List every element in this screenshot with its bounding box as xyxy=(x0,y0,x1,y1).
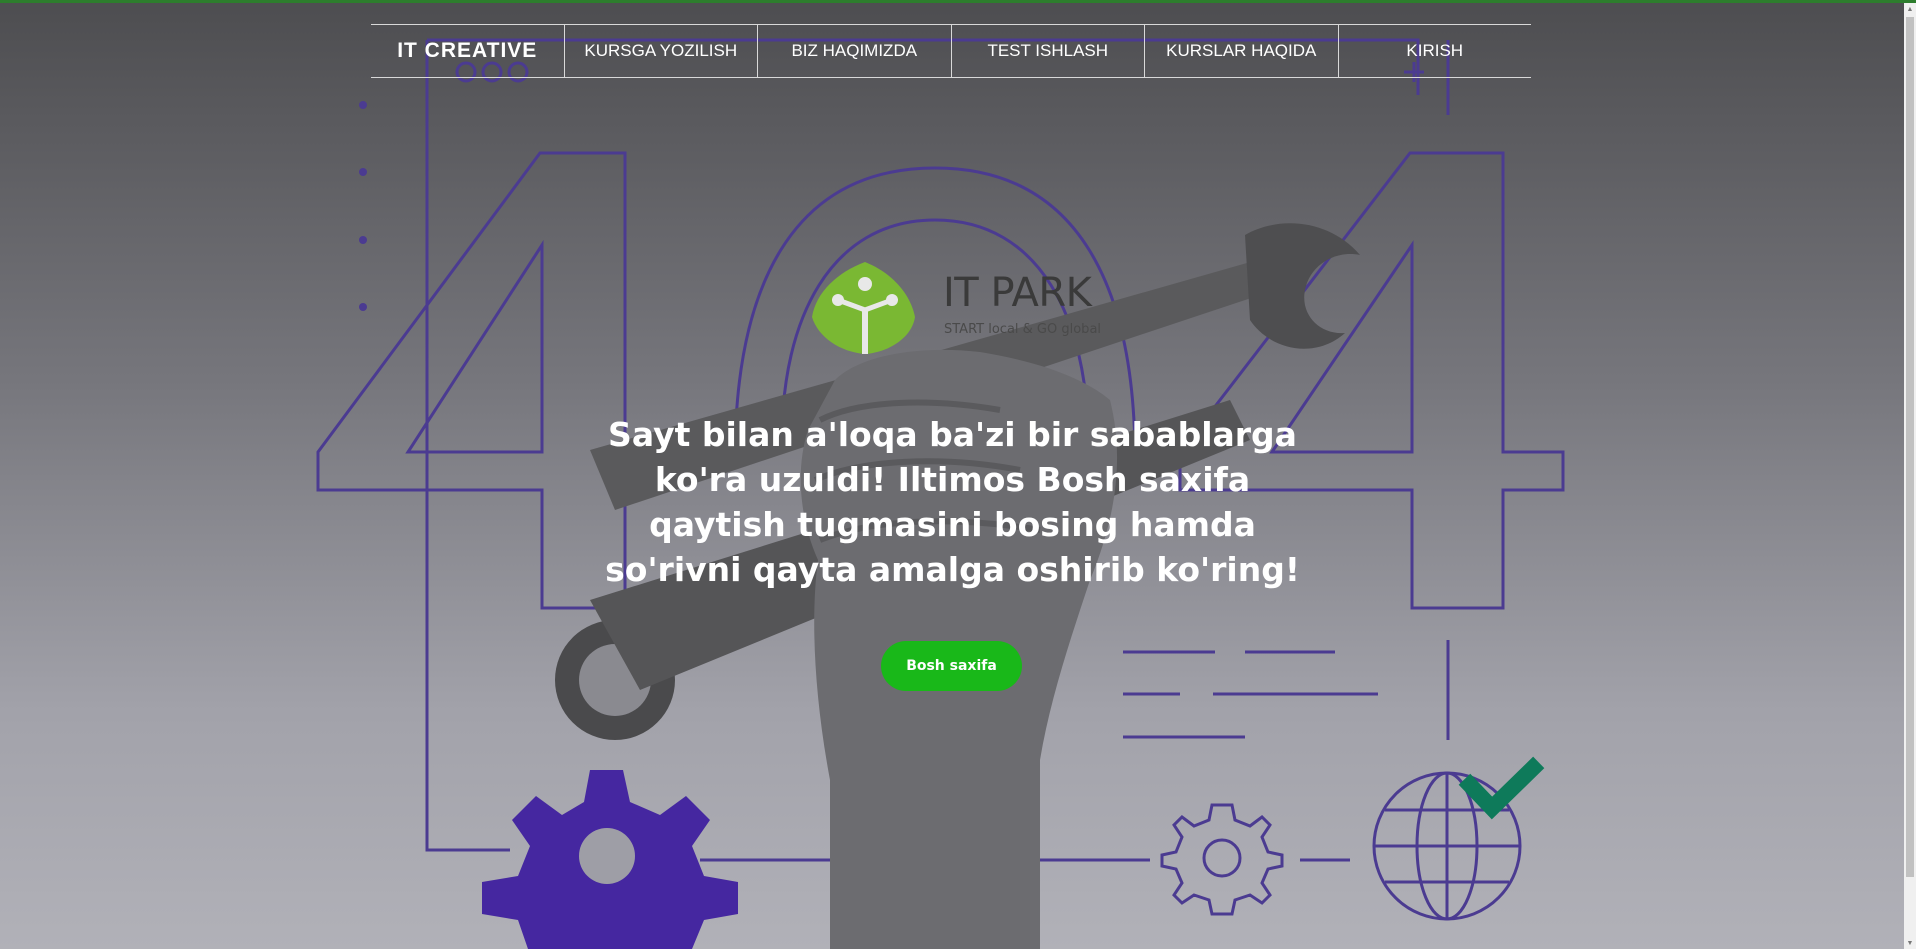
logo-subtitle: START local & GO global xyxy=(944,322,1102,337)
scroll-down-arrow-icon[interactable]: ▼ xyxy=(1904,937,1916,949)
main-navbar: IT CREATIVE KURSGA YOZILISH BIZ HAQIMIZD… xyxy=(371,24,1531,78)
brand-logo-text[interactable]: IT CREATIVE xyxy=(371,25,564,77)
nav-item-test-ishlash[interactable]: TEST ISHLASH xyxy=(950,25,1145,77)
nav-item-kurslar-haqida[interactable]: KURSLAR HAQIDA xyxy=(1144,25,1338,77)
nav-item-biz-haqimizda[interactable]: BIZ HAQIMIZDA xyxy=(757,25,951,77)
error-message: Sayt bilan a'loqa ba'zi bir sabablarga k… xyxy=(605,415,1300,589)
home-button[interactable]: Bosh saxifa xyxy=(881,641,1022,691)
nav-item-kirish[interactable]: KIRISH xyxy=(1337,25,1532,77)
check-icon xyxy=(1458,756,1545,820)
nav-item-kursga-yozilish[interactable]: KURSGA YOZILISH xyxy=(563,25,758,77)
scroll-thumb[interactable] xyxy=(1906,17,1914,877)
page-scrollbar[interactable]: ▲ ▼ xyxy=(1904,3,1916,949)
gear-icon xyxy=(482,770,738,949)
scroll-up-arrow-icon[interactable]: ▲ xyxy=(1904,3,1916,15)
logo-title: IT PARK xyxy=(943,270,1092,316)
